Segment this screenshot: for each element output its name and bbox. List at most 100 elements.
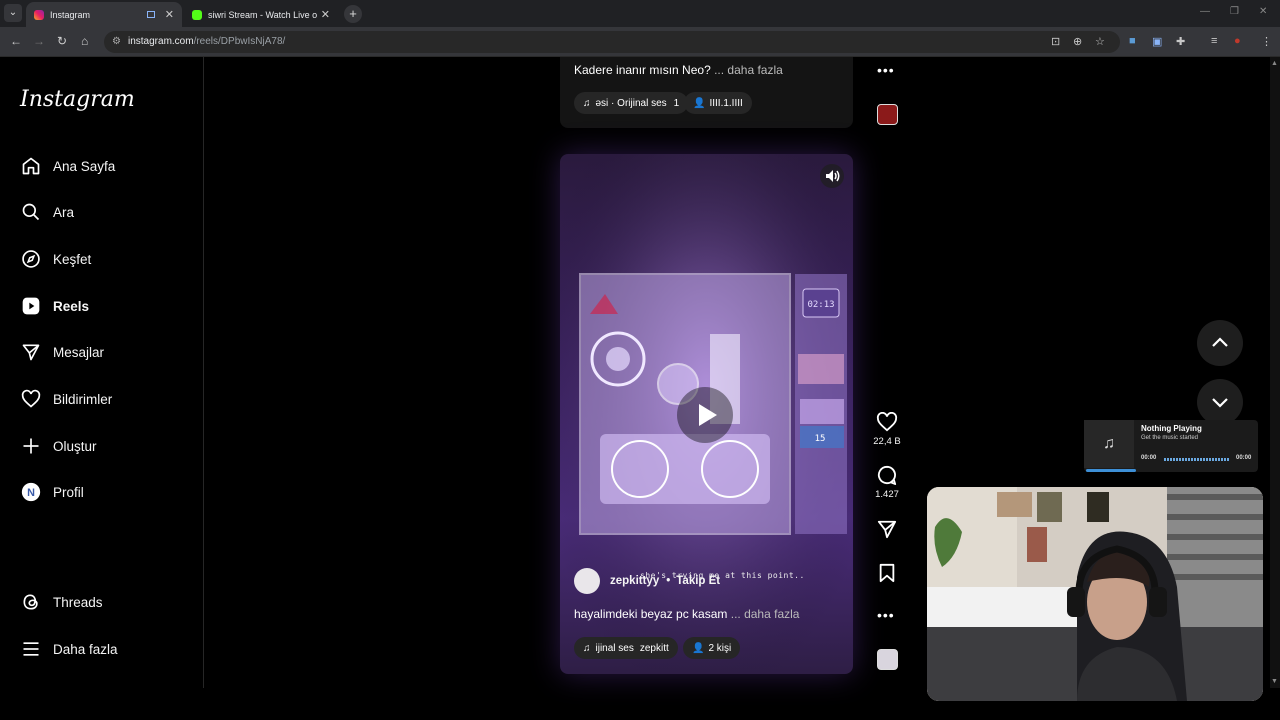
extensions-puzzle-icon[interactable]: ✚	[1176, 35, 1185, 48]
nav-label: Oluştur	[53, 438, 97, 454]
maximize-icon[interactable]: ❐	[1230, 6, 1239, 17]
nav-reels[interactable]: Reels	[20, 292, 89, 320]
volume-button[interactable]	[820, 164, 844, 188]
reload-icon[interactable]: ↻	[57, 34, 67, 48]
comment-count: 1.427	[875, 489, 899, 500]
music-seek-bar[interactable]	[1164, 458, 1230, 461]
browser-toolbar: ← → ↻ ⌂ ⚙ instagram.com/reels/DPbwIsNjA7…	[0, 27, 1280, 57]
search-icon	[20, 201, 42, 223]
people-pill[interactable]: 👤 2 kişi	[683, 637, 741, 659]
nav-profile[interactable]: N Profil	[20, 478, 84, 506]
browser-tab-bar: ⌄ Instagram ✕ siwri Stream - Watch Live …	[0, 0, 1280, 27]
profile-icon[interactable]: ●	[1234, 35, 1241, 47]
audio-label: ijinal ses	[595, 642, 634, 654]
tab-kick-stream[interactable]: siwri Stream - Watch Live on Ki ✕	[184, 2, 338, 27]
more-options-icon[interactable]: •••	[877, 62, 895, 78]
new-tab-button[interactable]: +	[344, 5, 362, 23]
menu-icon	[20, 638, 42, 660]
audio-thumbnail[interactable]	[877, 649, 898, 670]
scroll-up-arrow[interactable]: ▲	[1271, 60, 1278, 67]
back-icon[interactable]: ←	[10, 34, 22, 48]
home-icon	[20, 155, 42, 177]
tab-search-button[interactable]: ⌄	[4, 4, 22, 22]
previous-reel-card[interactable]: Kadere inanır mısın Neo? ... daha fazla …	[560, 57, 853, 128]
speaker-icon	[826, 170, 840, 182]
nav-threads[interactable]: Threads	[20, 588, 103, 616]
music-time-end: 00:00	[1236, 455, 1252, 461]
share-button[interactable]	[872, 519, 902, 543]
music-title: Nothing Playing	[1141, 424, 1202, 433]
scroll-down-arrow[interactable]: ▼	[1271, 678, 1278, 685]
author-avatar[interactable]	[574, 568, 600, 594]
close-tab-icon[interactable]: ✕	[321, 8, 330, 21]
reel-caption[interactable]: Kadere inanır mısın Neo? ... daha fazla	[574, 63, 783, 77]
more-options-icon[interactable]: •••	[877, 607, 895, 623]
chevron-down-icon	[1212, 398, 1228, 408]
people-label: 2 kişi	[708, 642, 732, 654]
chrome-menu-icon[interactable]: ⋮	[1261, 35, 1272, 48]
music-player-widget[interactable]: ♫ Nothing Playing Get the music started …	[1084, 420, 1258, 472]
svg-text:02:13: 02:13	[807, 300, 834, 310]
tab-instagram[interactable]: Instagram ✕	[26, 2, 182, 27]
more-link[interactable]: ... daha fazla	[731, 607, 800, 621]
tagged-pill[interactable]: 👤 IIII.1.IIII	[684, 92, 752, 114]
heart-icon	[20, 388, 42, 410]
previous-reel-button[interactable]	[1197, 320, 1243, 366]
instagram-logo[interactable]: Instagram	[20, 87, 135, 112]
like-button[interactable]: 22,4 B	[872, 412, 902, 447]
plus-icon	[20, 435, 42, 457]
close-tab-icon[interactable]: ✕	[165, 8, 174, 21]
nav-create[interactable]: Oluştur	[20, 432, 97, 460]
extension-icon[interactable]: ■	[1129, 35, 1136, 47]
home-icon[interactable]: ⌂	[81, 34, 88, 48]
audio-pill[interactable]: ♫ ijinal ses zepkitt	[574, 637, 678, 659]
media-playing-icon[interactable]	[146, 11, 155, 18]
send-icon	[20, 341, 42, 363]
caption-text: hayalimdeki beyaz pc kasam	[574, 607, 728, 621]
nav-more[interactable]: Daha fazla	[20, 635, 118, 663]
music-note-icon: ♫	[1084, 420, 1134, 468]
bookmark-star-icon[interactable]: ☆	[1095, 35, 1105, 48]
page-scrollbar[interactable]	[1270, 57, 1280, 688]
audio-thumbnail[interactable]	[877, 104, 898, 125]
translate-icon[interactable]: ▣	[1152, 35, 1162, 48]
author-username[interactable]: zepkittyy	[610, 575, 659, 587]
minimize-icon[interactable]: —	[1200, 6, 1210, 17]
audio-label: əsi · Orijinal ses	[595, 97, 667, 109]
nav-home[interactable]: Ana Sayfa	[20, 152, 115, 180]
forward-icon[interactable]: →	[33, 34, 45, 48]
next-reel-button[interactable]	[1197, 379, 1243, 425]
nav-notifications[interactable]: Bildirimler	[20, 385, 112, 413]
follow-button[interactable]: Takip Et	[676, 575, 720, 587]
reel-caption[interactable]: hayalimdeki beyaz pc kasam ... daha fazl…	[574, 607, 799, 621]
play-button[interactable]	[677, 387, 733, 443]
send-icon	[877, 520, 897, 539]
save-button[interactable]	[872, 563, 902, 587]
webcam-feed-image	[927, 487, 1263, 701]
nav-search[interactable]: Ara	[20, 198, 74, 226]
comment-button[interactable]: 1.427	[872, 465, 902, 500]
url-host: instagram.com	[128, 36, 194, 47]
close-window-icon[interactable]: ✕	[1259, 6, 1267, 17]
separator-dot: •	[666, 575, 671, 587]
compass-icon	[20, 248, 42, 270]
zoom-icon[interactable]: ⊕	[1073, 35, 1082, 48]
nav-label: Ana Sayfa	[53, 158, 116, 174]
site-info-icon[interactable]: ⚙	[112, 31, 121, 53]
more-link[interactable]: ... daha fazla	[714, 63, 783, 77]
nav-messages[interactable]: Mesajlar	[20, 338, 104, 366]
audio-pill[interactable]: ♫ əsi · Orijinal ses 1	[574, 92, 689, 114]
nav-explore[interactable]: Keşfet	[20, 245, 91, 273]
heart-icon	[876, 412, 898, 432]
profile-avatar: N	[20, 481, 42, 503]
caption-text: Kadere inanır mısın Neo?	[574, 63, 711, 77]
svg-text:N: N	[27, 487, 35, 499]
url-path: /reels/DPbwIsNjA78/	[193, 36, 286, 47]
media-controls-icon[interactable]: ≡	[1211, 35, 1217, 47]
reel-video[interactable]: 02:13 15 she's trying me at this point..…	[560, 154, 853, 674]
reel-author[interactable]: zepkittyy • Takip Et	[574, 568, 720, 594]
svg-text:15: 15	[815, 434, 826, 444]
address-bar[interactable]: ⚙ instagram.com/reels/DPbwIsNjA78/	[104, 31, 1120, 53]
nav-label: Reels	[53, 298, 90, 314]
install-app-icon[interactable]: ⊡	[1051, 35, 1060, 48]
